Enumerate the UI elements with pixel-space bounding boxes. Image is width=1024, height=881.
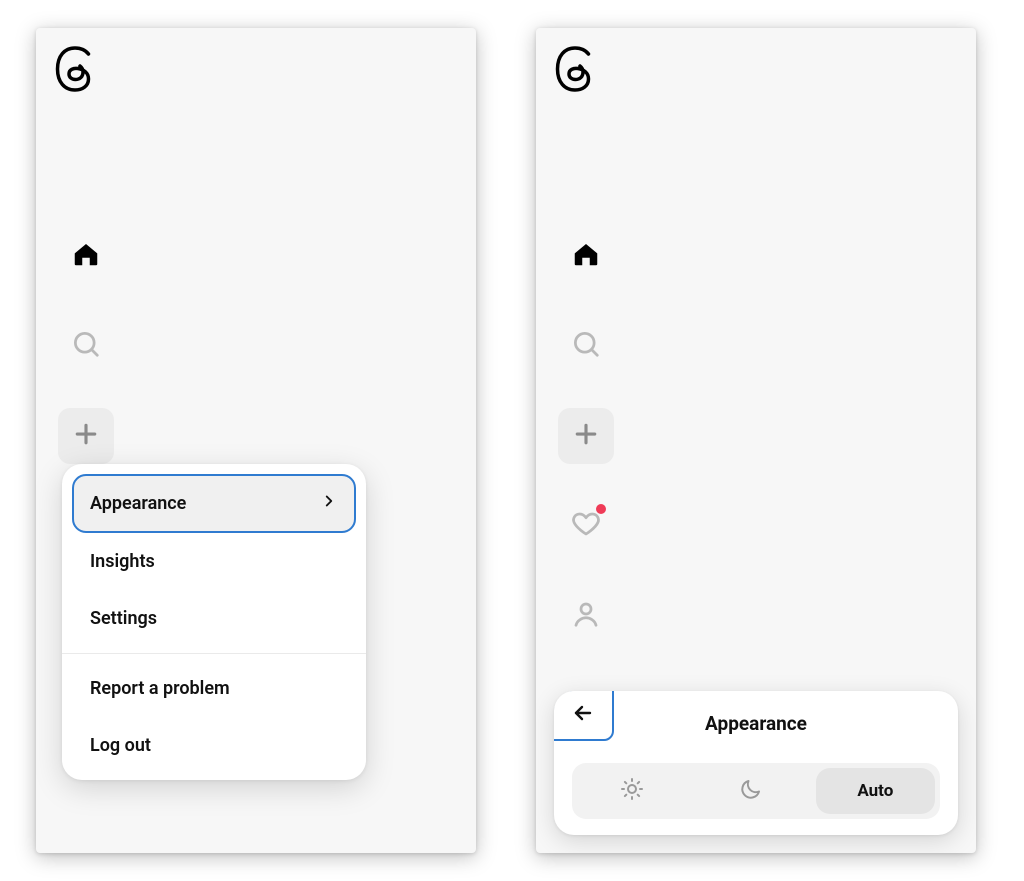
screenshot-left: Appearance Insights Settings Report a pr…: [36, 28, 476, 853]
threads-logo: [550, 44, 600, 94]
theme-auto-label: Auto: [857, 781, 893, 801]
threads-logo: [50, 44, 100, 94]
theme-segmented-control: Auto: [572, 763, 940, 819]
plus-icon: [71, 419, 101, 453]
appearance-title: Appearance: [705, 712, 807, 735]
menu-item-label: Insights: [90, 551, 155, 572]
sun-icon: [620, 777, 644, 806]
nav-activity[interactable]: [558, 498, 614, 554]
heart-icon: [571, 509, 601, 543]
menu-item-appearance[interactable]: Appearance: [72, 474, 356, 533]
theme-auto-option[interactable]: Auto: [816, 768, 935, 814]
sidebar: [558, 228, 614, 644]
menu-item-label: Report a problem: [90, 678, 230, 699]
nav-search[interactable]: [558, 318, 614, 374]
nav-compose[interactable]: [58, 408, 114, 464]
plus-icon: [571, 419, 601, 453]
more-menu-popover: Appearance Insights Settings Report a pr…: [62, 464, 366, 780]
moon-icon: [739, 777, 763, 806]
menu-item-label: Log out: [90, 735, 151, 756]
nav-home[interactable]: [558, 228, 614, 284]
chevron-right-icon: [320, 492, 338, 515]
theme-dark-option[interactable]: [691, 763, 810, 819]
home-icon: [71, 239, 101, 273]
nav-home[interactable]: [58, 228, 114, 284]
nav-profile[interactable]: [558, 588, 614, 644]
menu-item-label: Appearance: [90, 493, 186, 514]
menu-item-logout[interactable]: Log out: [72, 717, 356, 774]
nav-search[interactable]: [58, 318, 114, 374]
appearance-panel: Appearance Auto: [554, 691, 958, 835]
appearance-header: Appearance: [554, 691, 958, 755]
menu-divider: [62, 653, 366, 654]
menu-item-insights[interactable]: Insights: [72, 533, 356, 590]
menu-item-settings[interactable]: Settings: [72, 590, 356, 647]
screenshot-right: Appearance Auto: [536, 28, 976, 853]
notification-dot-icon: [596, 504, 606, 514]
back-button[interactable]: [554, 691, 614, 741]
search-icon: [571, 329, 601, 363]
profile-icon: [571, 599, 601, 633]
search-icon: [71, 329, 101, 363]
arrow-left-icon: [571, 701, 595, 729]
menu-item-report[interactable]: Report a problem: [72, 660, 356, 717]
menu-item-label: Settings: [90, 608, 157, 629]
theme-light-option[interactable]: [572, 763, 691, 819]
home-icon: [571, 239, 601, 273]
nav-compose[interactable]: [558, 408, 614, 464]
